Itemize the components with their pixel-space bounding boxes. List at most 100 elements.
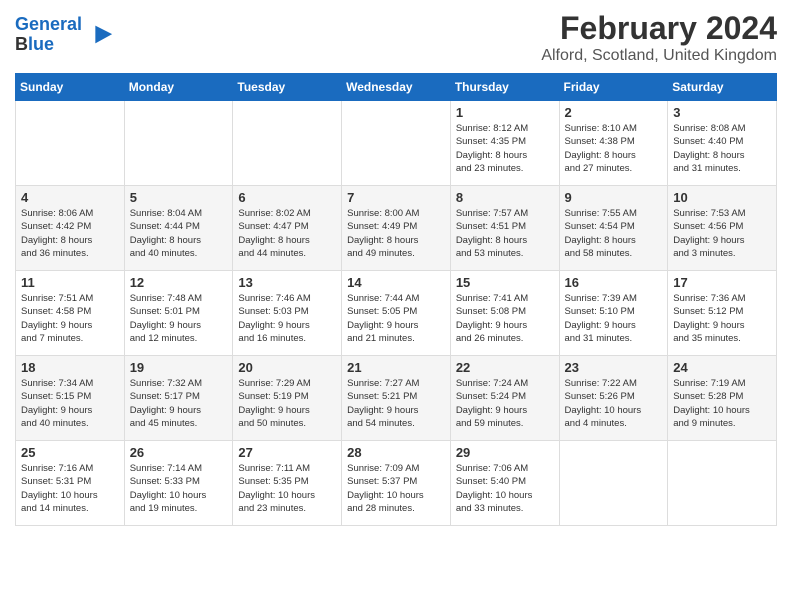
page-header: GeneralBlue February 2024 Alford, Scotla…: [15, 10, 777, 65]
day-number: 10: [673, 190, 771, 205]
calendar-cell: 20 Sunrise: 7:29 AMSunset: 5:19 PMDayligh…: [233, 356, 342, 441]
calendar-cell: [342, 101, 451, 186]
calendar-cell: 13 Sunrise: 7:46 AMSunset: 5:03 PMDayligh…: [233, 271, 342, 356]
day-number: 25: [21, 445, 119, 460]
day-info: Sunrise: 8:06 AMSunset: 4:42 PMDaylight:…: [21, 207, 119, 260]
col-header-saturday: Saturday: [668, 74, 777, 101]
day-info: Sunrise: 7:16 AMSunset: 5:31 PMDaylight:…: [21, 462, 119, 515]
calendar-cell: [668, 441, 777, 526]
day-info: Sunrise: 7:48 AMSunset: 5:01 PMDaylight:…: [130, 292, 228, 345]
logo: GeneralBlue: [15, 15, 114, 55]
day-info: Sunrise: 7:57 AMSunset: 4:51 PMDaylight:…: [456, 207, 554, 260]
calendar-cell: 14 Sunrise: 7:44 AMSunset: 5:05 PMDayligh…: [342, 271, 451, 356]
col-header-monday: Monday: [124, 74, 233, 101]
week-row-1: 1 Sunrise: 8:12 AMSunset: 4:35 PMDaylight…: [16, 101, 777, 186]
day-number: 6: [238, 190, 336, 205]
calendar-cell: [16, 101, 125, 186]
day-info: Sunrise: 7:34 AMSunset: 5:15 PMDaylight:…: [21, 377, 119, 430]
calendar-cell: 22 Sunrise: 7:24 AMSunset: 5:24 PMDayligh…: [450, 356, 559, 441]
calendar-cell: 1 Sunrise: 8:12 AMSunset: 4:35 PMDaylight…: [450, 101, 559, 186]
day-number: 7: [347, 190, 445, 205]
col-header-tuesday: Tuesday: [233, 74, 342, 101]
day-number: 18: [21, 360, 119, 375]
week-row-5: 25 Sunrise: 7:16 AMSunset: 5:31 PMDayligh…: [16, 441, 777, 526]
week-row-4: 18 Sunrise: 7:34 AMSunset: 5:15 PMDayligh…: [16, 356, 777, 441]
day-info: Sunrise: 8:08 AMSunset: 4:40 PMDaylight:…: [673, 122, 771, 175]
day-info: Sunrise: 7:09 AMSunset: 5:37 PMDaylight:…: [347, 462, 445, 515]
day-info: Sunrise: 7:29 AMSunset: 5:19 PMDaylight:…: [238, 377, 336, 430]
day-number: 9: [565, 190, 663, 205]
day-info: Sunrise: 7:06 AMSunset: 5:40 PMDaylight:…: [456, 462, 554, 515]
calendar-cell: 28 Sunrise: 7:09 AMSunset: 5:37 PMDayligh…: [342, 441, 451, 526]
day-number: 11: [21, 275, 119, 290]
logo-text: GeneralBlue: [15, 15, 82, 55]
day-number: 28: [347, 445, 445, 460]
calendar-cell: 11 Sunrise: 7:51 AMSunset: 4:58 PMDayligh…: [16, 271, 125, 356]
day-info: Sunrise: 7:46 AMSunset: 5:03 PMDaylight:…: [238, 292, 336, 345]
day-number: 5: [130, 190, 228, 205]
title-block: February 2024 Alford, Scotland, United K…: [541, 10, 777, 65]
calendar-cell: 7 Sunrise: 8:00 AMSunset: 4:49 PMDaylight…: [342, 186, 451, 271]
day-number: 12: [130, 275, 228, 290]
day-info: Sunrise: 8:04 AMSunset: 4:44 PMDaylight:…: [130, 207, 228, 260]
calendar-cell: 4 Sunrise: 8:06 AMSunset: 4:42 PMDaylight…: [16, 186, 125, 271]
calendar-cell: 26 Sunrise: 7:14 AMSunset: 5:33 PMDayligh…: [124, 441, 233, 526]
calendar-cell: 23 Sunrise: 7:22 AMSunset: 5:26 PMDayligh…: [559, 356, 668, 441]
header-row: SundayMondayTuesdayWednesdayThursdayFrid…: [16, 74, 777, 101]
day-number: 29: [456, 445, 554, 460]
day-number: 21: [347, 360, 445, 375]
calendar-cell: 15 Sunrise: 7:41 AMSunset: 5:08 PMDayligh…: [450, 271, 559, 356]
day-number: 26: [130, 445, 228, 460]
calendar-cell: 8Sunrise: 7:57 AMSunset: 4:51 PMDaylight…: [450, 186, 559, 271]
calendar-cell: 3 Sunrise: 8:08 AMSunset: 4:40 PMDaylight…: [668, 101, 777, 186]
day-info: Sunrise: 7:24 AMSunset: 5:24 PMDaylight:…: [456, 377, 554, 430]
day-number: 3: [673, 105, 771, 120]
calendar-cell: [559, 441, 668, 526]
calendar-cell: 21 Sunrise: 7:27 AMSunset: 5:21 PMDayligh…: [342, 356, 451, 441]
day-info: Sunrise: 7:53 AMSunset: 4:56 PMDaylight:…: [673, 207, 771, 260]
day-info: Sunrise: 8:12 AMSunset: 4:35 PMDaylight:…: [456, 122, 554, 175]
calendar-cell: 25 Sunrise: 7:16 AMSunset: 5:31 PMDayligh…: [16, 441, 125, 526]
day-info: Sunrise: 7:22 AMSunset: 5:26 PMDaylight:…: [565, 377, 663, 430]
calendar-cell: 27 Sunrise: 7:11 AMSunset: 5:35 PMDayligh…: [233, 441, 342, 526]
col-header-thursday: Thursday: [450, 74, 559, 101]
calendar-cell: 17 Sunrise: 7:36 AMSunset: 5:12 PMDayligh…: [668, 271, 777, 356]
calendar-cell: [233, 101, 342, 186]
col-header-friday: Friday: [559, 74, 668, 101]
day-number: 14: [347, 275, 445, 290]
calendar-cell: 6 Sunrise: 8:02 AMSunset: 4:47 PMDaylight…: [233, 186, 342, 271]
day-number: 13: [238, 275, 336, 290]
day-info: Sunrise: 7:44 AMSunset: 5:05 PMDaylight:…: [347, 292, 445, 345]
calendar-cell: 19Sunrise: 7:32 AMSunset: 5:17 PMDayligh…: [124, 356, 233, 441]
day-number: 27: [238, 445, 336, 460]
week-row-3: 11 Sunrise: 7:51 AMSunset: 4:58 PMDayligh…: [16, 271, 777, 356]
day-number: 20: [238, 360, 336, 375]
day-info: Sunrise: 7:36 AMSunset: 5:12 PMDaylight:…: [673, 292, 771, 345]
col-header-wednesday: Wednesday: [342, 74, 451, 101]
day-info: Sunrise: 7:14 AMSunset: 5:33 PMDaylight:…: [130, 462, 228, 515]
day-info: Sunrise: 7:19 AMSunset: 5:28 PMDaylight:…: [673, 377, 771, 430]
day-info: Sunrise: 7:11 AMSunset: 5:35 PMDaylight:…: [238, 462, 336, 515]
day-number: 17: [673, 275, 771, 290]
day-info: Sunrise: 8:02 AMSunset: 4:47 PMDaylight:…: [238, 207, 336, 260]
day-number: 15: [456, 275, 554, 290]
logo-icon: [86, 21, 114, 49]
main-title: February 2024: [541, 10, 777, 47]
day-number: 1: [456, 105, 554, 120]
day-info: Sunrise: 7:41 AMSunset: 5:08 PMDaylight:…: [456, 292, 554, 345]
calendar-cell: [124, 101, 233, 186]
day-number: 16: [565, 275, 663, 290]
calendar-cell: 5 Sunrise: 8:04 AMSunset: 4:44 PMDaylight…: [124, 186, 233, 271]
day-info: Sunrise: 8:10 AMSunset: 4:38 PMDaylight:…: [565, 122, 663, 175]
day-info: Sunrise: 7:27 AMSunset: 5:21 PMDaylight:…: [347, 377, 445, 430]
day-info: Sunrise: 7:39 AMSunset: 5:10 PMDaylight:…: [565, 292, 663, 345]
calendar-table: SundayMondayTuesdayWednesdayThursdayFrid…: [15, 73, 777, 526]
day-info: Sunrise: 7:51 AMSunset: 4:58 PMDaylight:…: [21, 292, 119, 345]
day-number: 4: [21, 190, 119, 205]
day-number: 22: [456, 360, 554, 375]
col-header-sunday: Sunday: [16, 74, 125, 101]
day-number: 23: [565, 360, 663, 375]
day-info: Sunrise: 7:32 AMSunset: 5:17 PMDaylight:…: [130, 377, 228, 430]
week-row-2: 4 Sunrise: 8:06 AMSunset: 4:42 PMDaylight…: [16, 186, 777, 271]
day-info: Sunrise: 8:00 AMSunset: 4:49 PMDaylight:…: [347, 207, 445, 260]
